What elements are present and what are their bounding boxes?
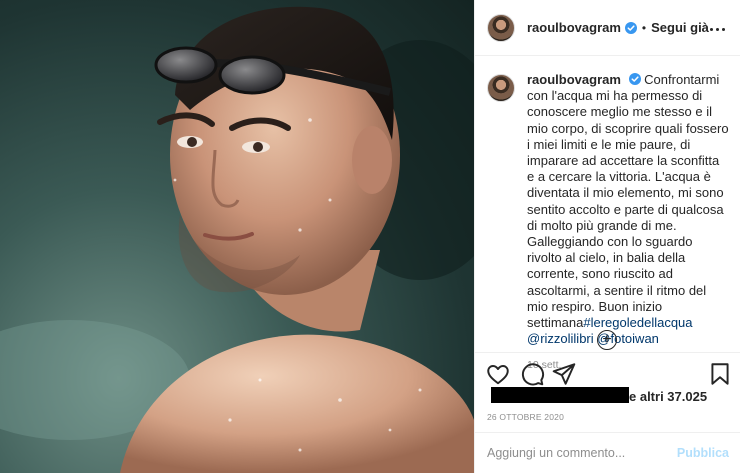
heart-icon[interactable] [485, 361, 511, 387]
caption-body: Confrontarmi con l'acqua mi ha permesso … [527, 72, 729, 331]
comment-bubble-icon[interactable] [519, 361, 545, 387]
mention-link-rizzolilibri[interactable]: @rizzolilibri [527, 331, 594, 346]
caption-row: raoulbovagram Confrontarmi con l'acqua m… [487, 72, 729, 347]
comment-input[interactable] [487, 446, 677, 460]
post-header: raoulbovagram • Segui già [475, 0, 740, 56]
likes-count[interactable]: e altri 37.025 [491, 387, 731, 405]
hashtag-link[interactable]: #leregoledellacqua [583, 315, 692, 330]
post-sidebar: raoulbovagram • Segui già raoulbovagram … [474, 0, 740, 473]
add-comment-bar: Pubblica [475, 432, 740, 473]
paper-plane-icon[interactable] [551, 361, 577, 387]
caption-avatar[interactable] [487, 74, 515, 102]
verified-badge-icon [628, 73, 641, 85]
post-date: 26 OTTOBRE 2020 [487, 412, 565, 422]
comments-section: raoulbovagram Confrontarmi con l'acqua m… [475, 56, 740, 371]
header-username[interactable]: raoulbovagram [527, 20, 621, 35]
caption-text: raoulbovagram Confrontarmi con l'acqua m… [527, 72, 729, 347]
caption-username[interactable]: raoulbovagram [527, 72, 621, 87]
post-photo[interactable] [0, 0, 474, 473]
swimmer-photo-illustration [0, 6, 474, 473]
verified-badge-icon [624, 21, 637, 34]
avatar[interactable] [487, 13, 515, 42]
redacted-usernames-bar [491, 387, 629, 403]
bookmark-icon[interactable] [707, 361, 733, 387]
following-button[interactable]: Segui già [651, 20, 709, 35]
likes-text[interactable]: e altri 37.025 [629, 389, 707, 404]
header-separator: • [641, 20, 647, 35]
more-options-icon[interactable] [705, 17, 729, 41]
publish-button[interactable]: Pubblica [677, 446, 729, 460]
plus-circle-icon[interactable]: + [597, 330, 617, 350]
